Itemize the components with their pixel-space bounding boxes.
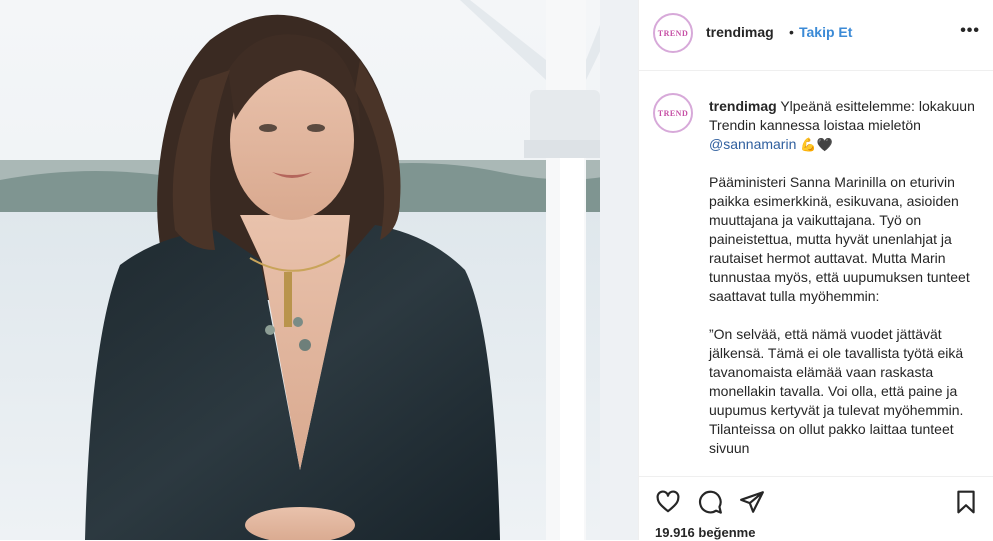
mention-link[interactable]: @sannamarin [709,136,796,152]
post-photo[interactable] [0,0,638,540]
caption-username[interactable]: trendimag [709,98,777,114]
post-actions: 19.916 beğenme [639,476,993,541]
caption-paragraph-3: ”On selvää, että nämä vuodet jättävät jä… [709,326,964,456]
comment-icon[interactable] [697,489,723,515]
caption-paragraph-1: trendimag Ylpeänä esittelemme: lokakuun … [709,97,979,154]
bookmark-icon[interactable] [953,489,979,515]
caption-paragraph-2: Pääministeri Sanna Marinilla on eturivin… [709,174,970,304]
caption-avatar[interactable]: TREND [653,93,693,133]
post-image [0,0,638,540]
caption-area[interactable]: TREND trendimag Ylpeänä esittelemme: lok… [639,71,993,476]
avatar-logo: TREND [657,28,689,38]
follow-button[interactable]: Takip Et [799,24,852,40]
emoji-text: 💪🖤 [800,137,833,152]
likes-count[interactable]: 19.916 beğenme [655,525,755,540]
profile-avatar[interactable]: TREND [653,13,693,53]
send-icon[interactable] [739,489,765,515]
separator-dot: • [789,24,794,40]
caption-text: trendimag Ylpeänä esittelemme: lokakuun … [709,97,979,476]
post-header: TREND trendimag • Takip Et ••• [639,0,993,71]
header-username[interactable]: trendimag [706,24,774,40]
post-side-panel: TREND trendimag • Takip Et ••• TREND tre… [638,0,993,540]
more-horizontal-icon[interactable]: ••• [960,22,980,40]
heart-icon[interactable] [655,489,681,515]
caption-avatar-logo: TREND [657,108,689,118]
